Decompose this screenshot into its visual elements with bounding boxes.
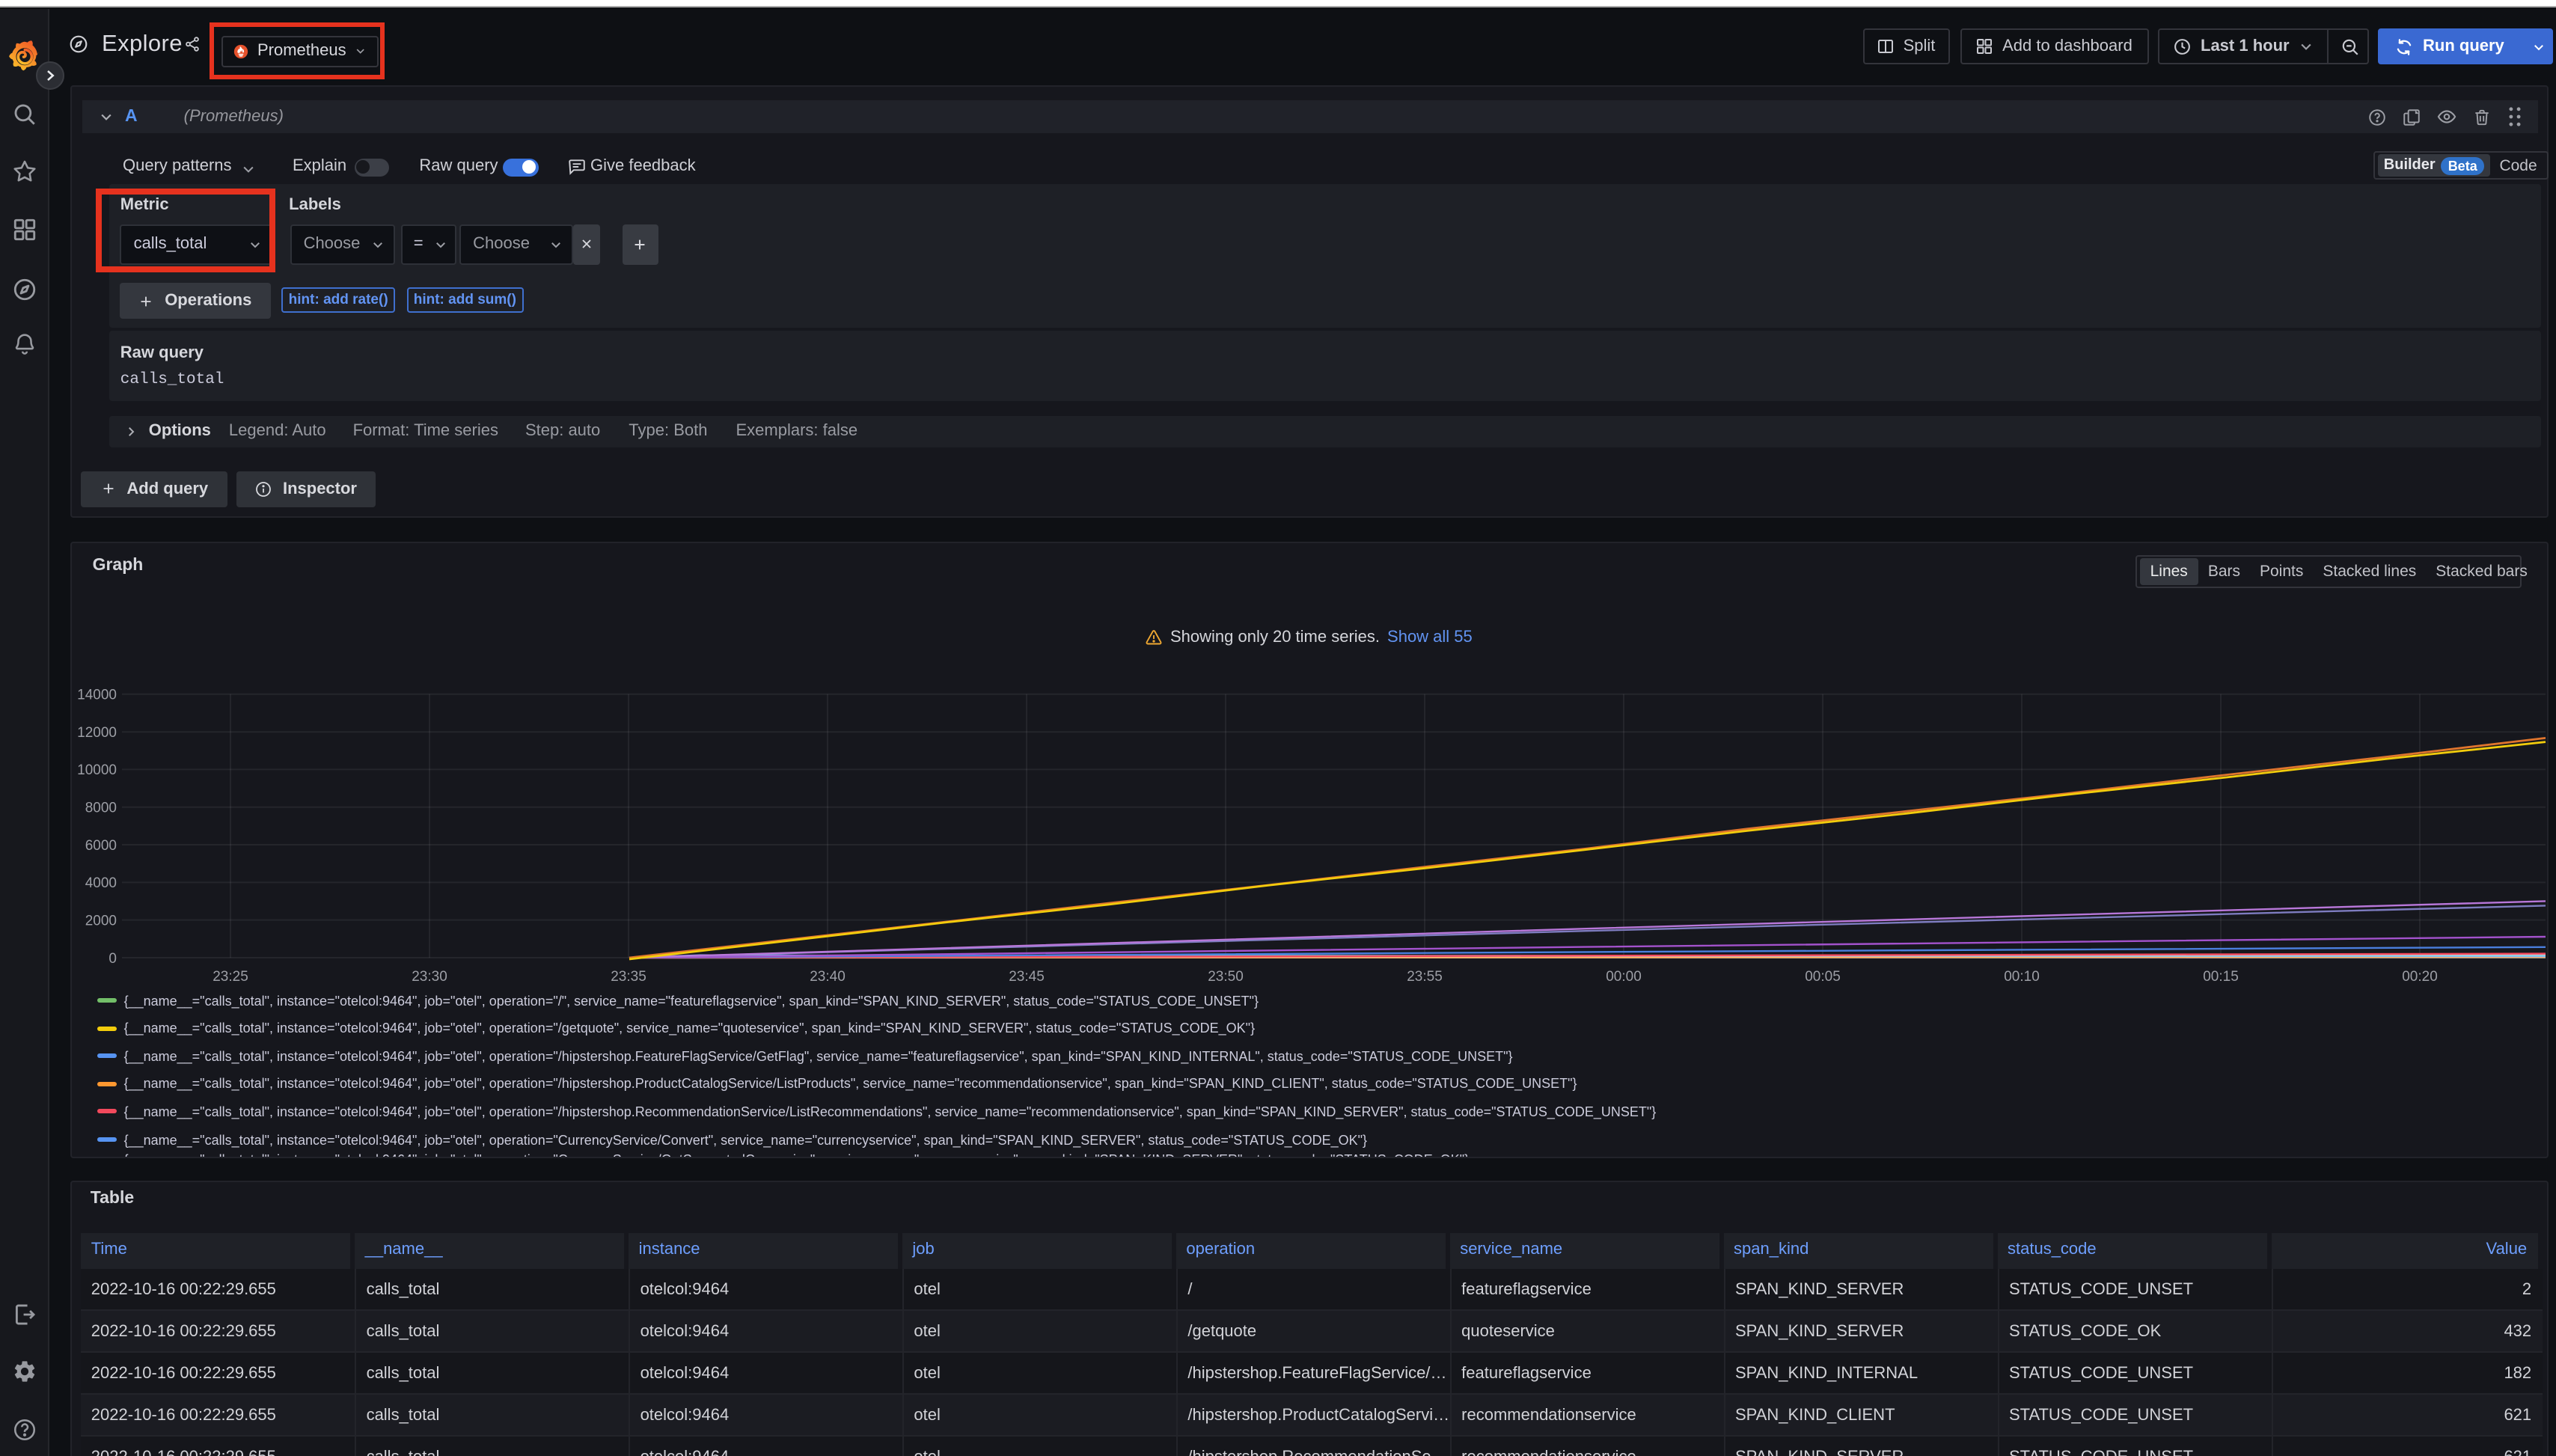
svg-text:12000: 12000	[77, 725, 117, 741]
svg-text:10000: 10000	[77, 762, 117, 778]
svg-text:23:35: 23:35	[611, 969, 646, 985]
svg-text:23:25: 23:25	[213, 969, 248, 985]
svg-text:23:50: 23:50	[1208, 969, 1244, 985]
svg-text:2000: 2000	[85, 913, 117, 929]
svg-text:0: 0	[108, 950, 117, 966]
svg-text:00:00: 00:00	[1606, 969, 1642, 985]
svg-text:00:15: 00:15	[2203, 969, 2239, 985]
svg-text:23:40: 23:40	[810, 969, 846, 985]
svg-text:00:10: 00:10	[2004, 969, 2040, 985]
svg-text:8000: 8000	[85, 800, 117, 816]
svg-text:23:55: 23:55	[1407, 969, 1443, 985]
svg-text:4000: 4000	[85, 875, 117, 891]
svg-text:6000: 6000	[85, 837, 117, 853]
svg-text:14000: 14000	[77, 687, 117, 703]
svg-text:00:05: 00:05	[1805, 969, 1841, 985]
svg-text:23:45: 23:45	[1009, 969, 1045, 985]
svg-text:00:20: 00:20	[2402, 969, 2438, 985]
svg-text:23:30: 23:30	[412, 969, 447, 985]
